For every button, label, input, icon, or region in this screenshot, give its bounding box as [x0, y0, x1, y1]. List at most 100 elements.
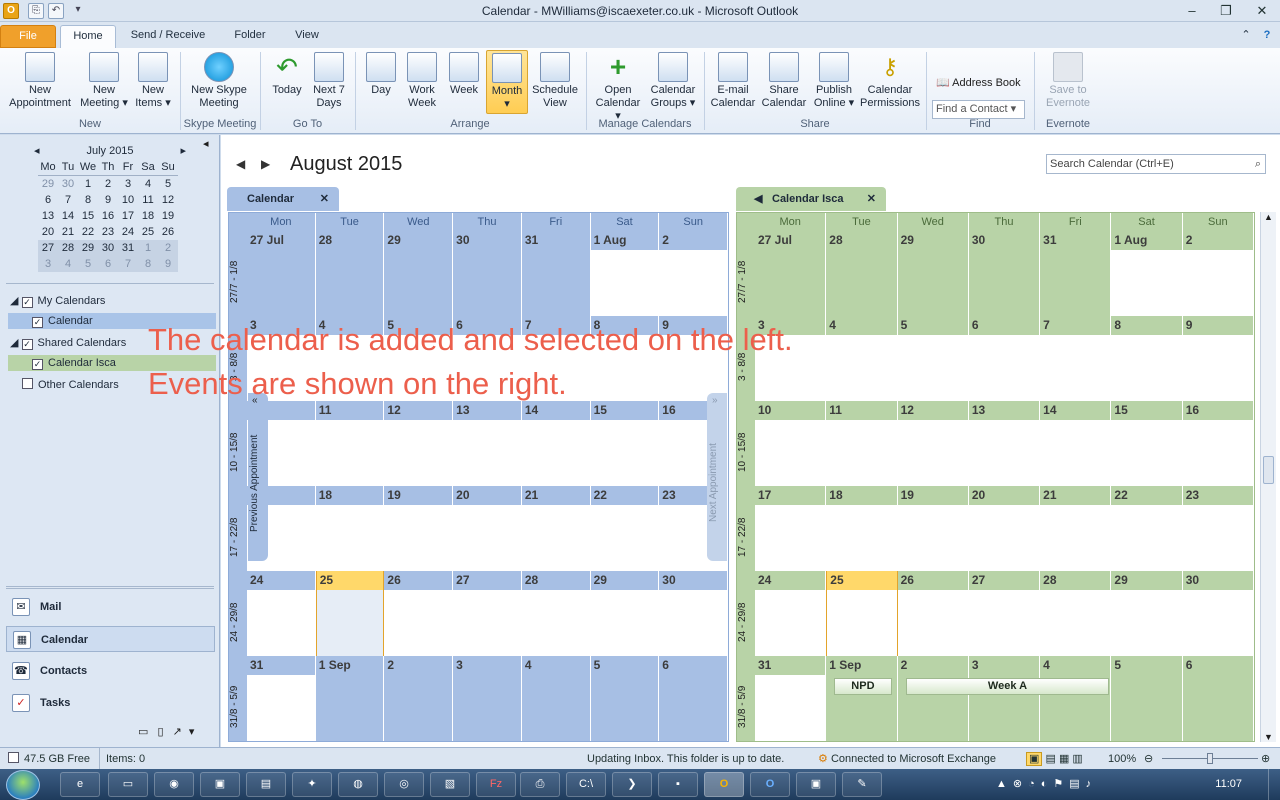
mini-calendar-day[interactable]: 12 [158, 192, 178, 208]
day-cell[interactable]: 13 [968, 401, 1041, 486]
day-body[interactable] [315, 420, 384, 486]
day-body[interactable] [1040, 335, 1111, 401]
day-cell[interactable]: 19 [384, 486, 454, 571]
chrome-icon[interactable]: ◎ [384, 772, 424, 797]
week-label[interactable]: 31/8 - 5/9 [737, 675, 755, 739]
mini-calendar-day[interactable]: 25 [138, 224, 158, 240]
tab-calendar-isca[interactable]: ◀ Calendar Isca ✕ [736, 187, 886, 211]
notes-icon[interactable]: ✎ [842, 772, 882, 797]
scroll-down-icon[interactable]: ▼ [1261, 732, 1276, 742]
day-body[interactable] [247, 250, 315, 316]
day-cell[interactable]: 2 [384, 656, 454, 741]
day-cell[interactable]: 9 [1182, 316, 1254, 401]
week-label[interactable]: 17 - 22/8 [737, 505, 755, 569]
shared-calendars-group[interactable]: ◢ ✓ Shared Calendars [10, 336, 126, 350]
day-cell[interactable]: 29 [1111, 571, 1183, 656]
mini-calendar-day[interactable]: 4 [58, 256, 78, 272]
firefox-icon[interactable]: ◉ [154, 772, 194, 797]
day-body[interactable] [826, 335, 897, 401]
mini-calendar-day[interactable]: 2 [158, 240, 178, 256]
day-cell[interactable]: 15 [590, 401, 660, 486]
tab-calendar[interactable]: Calendar ✕ [227, 187, 339, 211]
day-cell[interactable]: 12 [384, 401, 454, 486]
help-chevron-icon[interactable]: ⌃ [1238, 25, 1254, 48]
day-cell[interactable]: 1 Aug [590, 231, 660, 316]
mini-calendar-day[interactable]: 9 [98, 192, 118, 208]
day-cell[interactable]: 18 [315, 486, 385, 571]
day-body[interactable] [316, 250, 384, 316]
app-icon[interactable]: ▣ [796, 772, 836, 797]
minimize-icon[interactable]: – [1180, 2, 1204, 20]
splitter[interactable] [6, 586, 214, 589]
mini-calendar-day[interactable]: 18 [138, 208, 158, 224]
week-label[interactable]: 17 - 22/8 [229, 505, 247, 569]
app-icon[interactable]: ▣ [200, 772, 240, 797]
day-body[interactable] [453, 590, 521, 656]
day-cell[interactable]: 28 [1040, 571, 1112, 656]
day-cell[interactable]: 19 [897, 486, 969, 571]
day-cell[interactable]: 24 [247, 571, 316, 656]
share-calendar-button[interactable]: Share Calendar [758, 52, 810, 110]
mini-calendar-day[interactable]: 6 [38, 192, 58, 208]
tray-icons[interactable]: ▲⊗◔◐⚑▤♪ [996, 777, 1097, 790]
show-desktop-button[interactable] [1268, 769, 1280, 800]
day-cell[interactable]: 21 [521, 486, 591, 571]
day-cell[interactable]: 6 [1183, 656, 1254, 741]
day-cell[interactable]: 29 [384, 231, 454, 316]
mini-calendar-day[interactable]: 4 [138, 176, 158, 192]
previous-appointment-button[interactable]: « Previous Appointment [248, 393, 268, 561]
mini-calendar-day[interactable]: 15 [78, 208, 98, 224]
list-view-icon[interactable]: ▥ [1072, 753, 1082, 765]
calendar-groups-button[interactable]: Calendar Groups ▾ [646, 52, 700, 110]
week-label[interactable]: 24 - 29/8 [229, 590, 247, 654]
day-cell[interactable]: 20 [453, 486, 522, 571]
week-label[interactable]: 10 - 15/8 [229, 420, 247, 484]
day-body[interactable] [1182, 420, 1253, 486]
notes-icon[interactable]: ▭ [138, 726, 148, 738]
powershell-icon[interactable]: ❯ [612, 772, 652, 797]
mini-calendar-day[interactable]: 6 [98, 256, 118, 272]
day-cell[interactable]: 31 [1040, 231, 1112, 316]
day-body[interactable] [316, 590, 384, 656]
address-book-button[interactable]: 📖 Address Book [936, 76, 1021, 89]
day-cell[interactable]: 5 [1111, 656, 1183, 741]
day-cell[interactable]: 30 [659, 571, 728, 656]
day-body[interactable] [316, 675, 384, 741]
mini-calendar-day[interactable]: 21 [58, 224, 78, 240]
day-cell[interactable]: 4 [1040, 656, 1112, 741]
mini-calendar-day[interactable]: 26 [158, 224, 178, 240]
today-button[interactable]: ↶ Today [266, 52, 308, 97]
day-cell[interactable]: 11 [315, 401, 385, 486]
day-cell[interactable]: 5 [897, 316, 969, 401]
week-label[interactable]: 31/8 - 5/9 [229, 675, 247, 739]
start-button-icon[interactable] [6, 770, 40, 800]
day-cell[interactable]: 27 Jul [247, 231, 316, 316]
back-arrow-icon[interactable]: ◀ [236, 157, 245, 171]
day-cell[interactable]: 31 [247, 656, 316, 741]
day-cell[interactable]: 21 [1040, 486, 1112, 571]
configure-buttons-icon[interactable]: ▾ [189, 726, 195, 738]
new-meeting-button[interactable]: New Meeting ▾ [78, 52, 130, 110]
find-contact-box[interactable]: Find a Contact ▾ [932, 100, 1025, 119]
day-view-button[interactable]: Day [362, 52, 400, 97]
folder-icon[interactable]: ▯ [157, 726, 163, 738]
day-cell[interactable]: 28 [521, 571, 591, 656]
day-body[interactable] [384, 590, 453, 656]
day-cell[interactable]: 25 [826, 571, 898, 656]
mini-calendar-day[interactable]: 19 [158, 208, 178, 224]
day-body[interactable] [1040, 590, 1111, 656]
day-body[interactable] [969, 250, 1039, 316]
mini-calendar-day[interactable]: 7 [118, 256, 138, 272]
nav-tasks-button[interactable]: ✓ Tasks [6, 690, 215, 716]
close-icon[interactable]: ✕ [320, 187, 329, 211]
day-cell[interactable]: 14 [1040, 401, 1112, 486]
day-body[interactable] [1183, 675, 1253, 741]
mini-calendar-day[interactable]: 29 [38, 176, 58, 192]
mini-calendar-day[interactable]: 5 [78, 256, 98, 272]
day-cell[interactable]: 26 [384, 571, 454, 656]
day-body[interactable] [1182, 250, 1253, 316]
mini-calendar-day[interactable]: 27 [38, 240, 58, 256]
normal-view-icon[interactable]: ▣ [1026, 752, 1043, 766]
mini-calendar-day[interactable]: 1 [78, 176, 98, 192]
grid-view-icon[interactable]: ▦ [1059, 753, 1069, 765]
